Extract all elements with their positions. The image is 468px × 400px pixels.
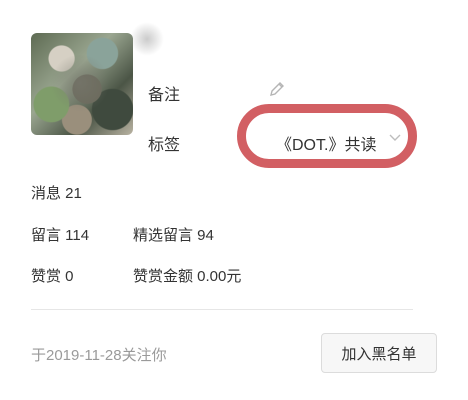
tag-label: 标签 <box>148 137 181 154</box>
remark-label: 备注 <box>148 87 181 104</box>
pencil-icon[interactable] <box>268 80 286 98</box>
reward-amount: 赞赏金额 0.00元 <box>133 268 242 285</box>
comments-count: 留言 114 <box>31 227 90 244</box>
selected-comments-count: 精选留言 94 <box>133 227 214 244</box>
avatar-blur-overlay <box>49 55 111 111</box>
tag-value: 《DOT.》共读 <box>276 137 377 154</box>
messages-count: 消息 21 <box>31 185 82 202</box>
add-to-blacklist-button[interactable]: 加入黑名单 <box>321 333 437 373</box>
user-profile-card: 备注 标签 《DOT.》共读 消息 21 留言 114 精选留言 94 赞赏 0… <box>0 0 468 400</box>
rewards-count: 赞赏 0 <box>31 268 74 285</box>
follow-date: 于2019-11-28关注你 <box>31 347 167 364</box>
avatar-blur-fragment <box>130 22 164 56</box>
divider <box>31 309 413 310</box>
tag-select[interactable]: 《DOT.》共读 <box>237 104 417 168</box>
avatar[interactable] <box>31 33 133 135</box>
chevron-down-icon <box>389 134 401 141</box>
